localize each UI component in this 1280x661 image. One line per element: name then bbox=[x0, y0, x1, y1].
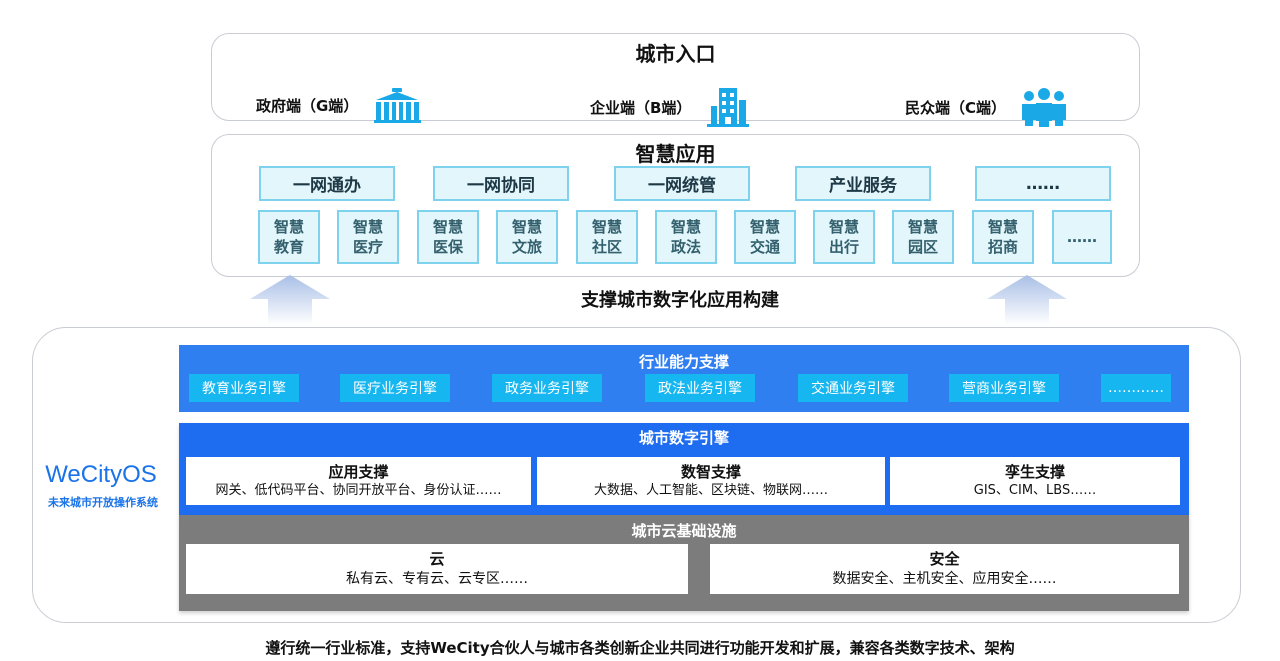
data-intelligence-card[interactable]: 数智支撑 大数据、人工智能、区块链、物联网…… bbox=[537, 457, 885, 505]
engine-healthcare[interactable]: 医疗业务引擎 bbox=[340, 374, 450, 402]
support-caption: 支撑城市数字化应用构建 bbox=[581, 290, 779, 311]
app-line2: 社区 bbox=[591, 238, 622, 256]
government-building-icon bbox=[374, 88, 422, 123]
card-title: 孪生支撑 bbox=[1004, 463, 1065, 481]
card-desc: GIS、CIM、LBS…… bbox=[973, 483, 1097, 498]
enterprise-entry-label: 企业端（B端） bbox=[590, 98, 692, 117]
cloud-infra-title: 城市云基础设施 bbox=[631, 522, 737, 540]
footer-statement: 遵行统一行业标准，支持WeCity合伙人与城市各类创新企业共同进行功能开发和扩展… bbox=[265, 639, 1015, 657]
app-line2: 园区 bbox=[907, 238, 938, 256]
app-smart-park[interactable]: 智慧 园区 bbox=[892, 210, 954, 264]
app-smart-education[interactable]: 智慧 教育 bbox=[258, 210, 320, 264]
public-entry-label: 民众端（C端） bbox=[905, 98, 1007, 117]
engine-government[interactable]: 政务业务引擎 bbox=[492, 374, 602, 402]
app-line1: 智慧 bbox=[749, 218, 780, 236]
government-entry-label: 政府端（G端） bbox=[256, 96, 359, 115]
app-line1: 智慧 bbox=[987, 218, 1018, 236]
card-title: 应用支撑 bbox=[328, 463, 389, 481]
public-entry: 民众端（C端） bbox=[905, 86, 1068, 128]
app-smart-insurance[interactable]: 智慧 医保 bbox=[417, 210, 479, 264]
government-entry: 政府端（G端） bbox=[256, 86, 422, 124]
app-support-card[interactable]: 应用支撑 网关、低代码平台、协同开放平台、身份认证…… bbox=[186, 457, 531, 505]
category-collaboration[interactable]: 一网协同 bbox=[433, 166, 569, 201]
app-line2: 教育 bbox=[273, 238, 304, 256]
app-more[interactable]: …… bbox=[1052, 210, 1112, 264]
apps-title: 智慧应用 bbox=[635, 142, 716, 166]
card-desc: 数据安全、主机安全、应用安全…… bbox=[832, 571, 1057, 587]
people-group-icon bbox=[1022, 88, 1067, 127]
app-smart-tourism[interactable]: 智慧 文旅 bbox=[496, 210, 558, 264]
enterprise-entry: 企业端（B端） bbox=[590, 86, 751, 128]
industry-capability-layer: 行业能力支撑 教育业务引擎 医疗业务引擎 政务业务引擎 政法业务引擎 交通业务引… bbox=[179, 345, 1189, 412]
app-line2: 招商 bbox=[987, 238, 1018, 256]
card-title: 安全 bbox=[929, 550, 960, 568]
card-title: 云 bbox=[429, 550, 445, 568]
smart-apps-panel: 智慧应用 一网通办 一网协同 一网统管 产业服务 …… 智慧 教育 智慧 医疗 … bbox=[211, 134, 1140, 277]
up-arrow-right-icon bbox=[987, 275, 1067, 325]
engine-more[interactable]: ………… bbox=[1101, 374, 1171, 402]
engine-law[interactable]: 政法业务引擎 bbox=[645, 374, 755, 402]
security-card[interactable]: 安全 数据安全、主机安全、应用安全…… bbox=[710, 544, 1179, 594]
up-arrow-left-icon bbox=[250, 275, 330, 325]
app-line1: 智慧 bbox=[828, 218, 859, 236]
digital-engine-title: 城市数字引擎 bbox=[638, 429, 729, 447]
app-line1: …… bbox=[1067, 228, 1097, 246]
app-smart-traffic[interactable]: 智慧 交通 bbox=[734, 210, 796, 264]
app-line2: 医保 bbox=[432, 238, 463, 256]
app-smart-travel[interactable]: 智慧 出行 bbox=[813, 210, 875, 264]
category-more[interactable]: …… bbox=[975, 166, 1111, 201]
entrance-title: 城市入口 bbox=[635, 42, 716, 66]
app-smart-healthcare[interactable]: 智慧 医疗 bbox=[337, 210, 399, 264]
category-one-stop-service[interactable]: 一网通办 bbox=[259, 166, 395, 201]
app-line2: 政法 bbox=[670, 238, 701, 256]
app-line1: 智慧 bbox=[591, 218, 622, 236]
digital-twin-card[interactable]: 孪生支撑 GIS、CIM、LBS…… bbox=[890, 457, 1180, 505]
card-desc: 大数据、人工智能、区块链、物联网…… bbox=[593, 483, 828, 498]
industry-title: 行业能力支撑 bbox=[638, 353, 729, 371]
app-smart-community[interactable]: 智慧 社区 bbox=[576, 210, 638, 264]
app-line1: 智慧 bbox=[432, 218, 463, 236]
app-smart-investment[interactable]: 智慧 招商 bbox=[972, 210, 1034, 264]
engine-business[interactable]: 营商业务引擎 bbox=[949, 374, 1059, 402]
app-line1: 智慧 bbox=[511, 218, 542, 236]
app-line2: 文旅 bbox=[511, 238, 542, 256]
app-line1: 智慧 bbox=[907, 218, 938, 236]
app-line2: 出行 bbox=[828, 238, 859, 256]
app-line1: 智慧 bbox=[352, 218, 383, 236]
city-entrance-panel: 城市入口 政府端（G端） 企业端（B端） 民众端（C端） bbox=[211, 33, 1140, 127]
app-line1: 智慧 bbox=[273, 218, 304, 236]
engine-education[interactable]: 教育业务引擎 bbox=[189, 374, 299, 402]
card-desc: 网关、低代码平台、协同开放平台、身份认证…… bbox=[215, 483, 502, 498]
city-cloud-infrastructure-layer: 城市云基础设施 云 私有云、专有云、云专区…… 安全 数据安全、主机安全、应用安… bbox=[179, 515, 1189, 611]
app-line1: 智慧 bbox=[670, 218, 701, 236]
app-line2: 交通 bbox=[749, 238, 780, 256]
card-title: 数智支撑 bbox=[680, 463, 741, 481]
app-smart-law[interactable]: 智慧 政法 bbox=[655, 210, 717, 264]
engine-traffic[interactable]: 交通业务引擎 bbox=[798, 374, 908, 402]
office-tower-icon bbox=[707, 88, 750, 127]
os-name: WeCityOS bbox=[45, 461, 157, 488]
card-desc: 私有云、专有云、云专区…… bbox=[346, 571, 528, 587]
cloud-card[interactable]: 云 私有云、专有云、云专区…… bbox=[186, 544, 688, 594]
os-subtitle: 未来城市开放操作系统 bbox=[48, 496, 158, 509]
category-unified-management[interactable]: 一网统管 bbox=[614, 166, 750, 201]
city-digital-engine-layer: 城市数字引擎 应用支撑 网关、低代码平台、协同开放平台、身份认证…… 数智支撑 … bbox=[179, 423, 1189, 515]
app-line2: 医疗 bbox=[352, 238, 383, 256]
category-industry-service[interactable]: 产业服务 bbox=[795, 166, 931, 201]
